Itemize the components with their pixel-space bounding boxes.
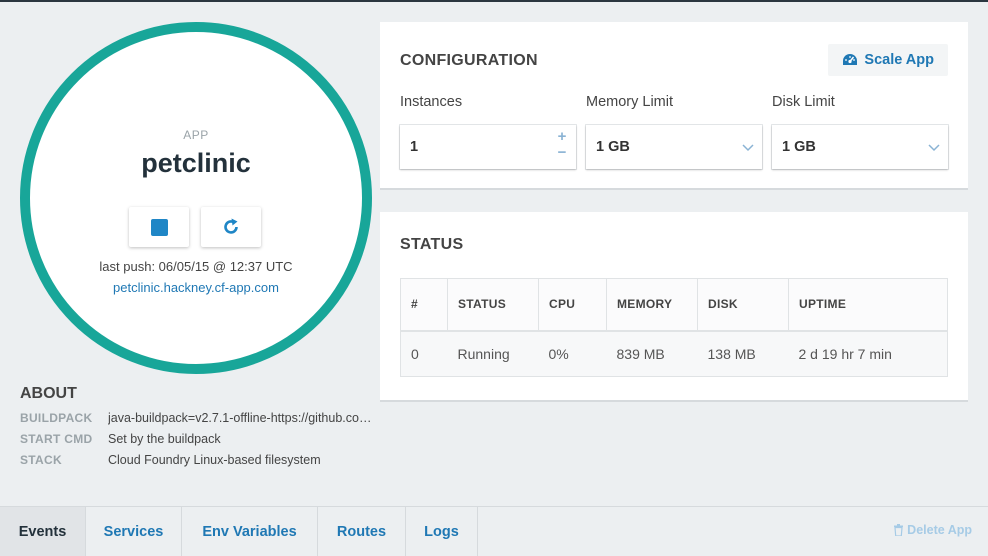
dashboard-icon (843, 54, 858, 65)
chevron-down-icon (742, 144, 754, 152)
about-value: java-buildpack=v2.7.1-offline-https://gi… (108, 411, 378, 425)
memory-limit-select[interactable]: 1 GB (586, 125, 762, 169)
increment-icon[interactable]: + (556, 129, 568, 145)
app-section-label: APP (183, 128, 209, 142)
cell-index: 0 (400, 330, 448, 377)
decrement-icon[interactable]: − (556, 145, 568, 161)
scale-app-button[interactable]: Scale App (828, 44, 948, 76)
stop-app-button[interactable] (129, 207, 189, 247)
table-row: 0 Running 0% 839 MB 138 MB 2 d 19 hr 7 m… (400, 330, 948, 377)
status-title: STATUS (400, 236, 464, 253)
cell-cpu: 0% (538, 330, 607, 377)
about-value: Cloud Foundry Linux-based filesystem (108, 453, 321, 467)
status-table: # STATUS CPU MEMORY DISK UPTIME 0 Runnin… (400, 278, 948, 377)
top-bar (0, 0, 988, 2)
disk-limit-value: 1 GB (782, 139, 816, 155)
cell-status: Running (447, 330, 539, 377)
column-header: DISK (697, 278, 789, 332)
last-push-text: last push: 06/05/15 @ 12:37 UTC (99, 259, 293, 274)
app-name: petclinic (141, 148, 251, 178)
column-header: UPTIME (788, 278, 948, 332)
disk-limit-select[interactable]: 1 GB (772, 125, 948, 169)
column-header: STATUS (447, 278, 539, 332)
memory-limit-value: 1 GB (596, 139, 630, 155)
about-key: BUILDPACK (20, 411, 93, 425)
about-value: Set by the buildpack (108, 432, 221, 446)
about-key: START CMD (20, 432, 93, 446)
table-header-row: # STATUS CPU MEMORY DISK UPTIME (400, 278, 948, 332)
disk-limit-label: Disk Limit (772, 94, 835, 110)
trash-icon (894, 524, 904, 536)
configuration-panel: CONFIGURATION Scale App Instances Memory… (380, 22, 968, 188)
tab-events[interactable]: Events (0, 507, 86, 556)
app-url-link[interactable]: petclinic.hackney.cf-app.com (30, 280, 362, 295)
tab-bar: Events Services Env Variables Routes Log… (0, 506, 988, 556)
tab-routes[interactable]: Routes (318, 507, 406, 556)
instances-label: Instances (400, 94, 463, 110)
app-summary-circle: APP petclinic last push: 06/05/15 @ 12:3… (20, 22, 372, 374)
instances-stepper[interactable]: 1 + − (400, 125, 576, 169)
tab-logs[interactable]: Logs (406, 507, 478, 556)
column-header: CPU (538, 278, 607, 332)
status-panel: STATUS # STATUS CPU MEMORY DISK UPTIME 0… (380, 212, 968, 400)
about-key: STACK (20, 453, 62, 467)
tab-services[interactable]: Services (86, 507, 182, 556)
about-heading: ABOUT (20, 385, 77, 402)
instances-value: 1 (410, 139, 419, 155)
configuration-title: CONFIGURATION (400, 52, 538, 69)
chevron-down-icon (928, 144, 940, 152)
restart-icon (224, 218, 238, 234)
column-header: MEMORY (606, 278, 698, 332)
cell-uptime: 2 d 19 hr 7 min (788, 330, 948, 377)
cell-disk: 138 MB (697, 330, 789, 377)
delete-app-label: Delete App (907, 523, 972, 537)
column-header: # (400, 278, 448, 332)
scale-app-label: Scale App (864, 52, 934, 68)
delete-app-button[interactable]: Delete App (893, 523, 972, 537)
cell-memory: 839 MB (606, 330, 698, 377)
stop-icon (150, 218, 168, 236)
tab-env-variables[interactable]: Env Variables (182, 507, 318, 556)
restart-app-button[interactable] (201, 207, 261, 247)
memory-limit-label: Memory Limit (586, 94, 674, 110)
